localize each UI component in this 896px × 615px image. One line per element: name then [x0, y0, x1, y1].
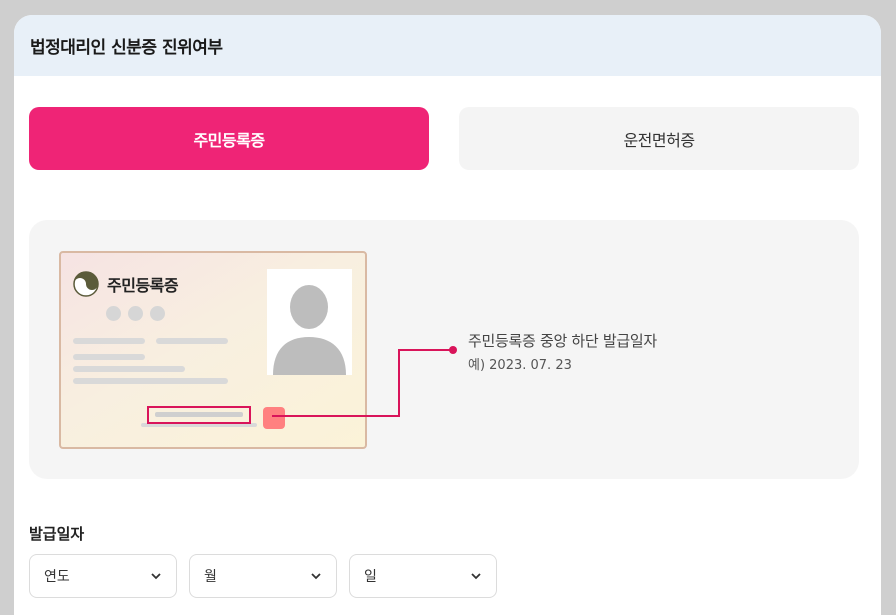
verification-card: 법정대리인 신분증 진위여부 주민등록증 운전면허증 주민등록증 주민등록증 중…: [14, 15, 881, 615]
chevron-down-icon: [151, 573, 161, 580]
callout-example: 예) 2023. 07. 23: [468, 358, 572, 373]
callout-title: 주민등록증 중앙 하단 발급일자: [468, 332, 657, 350]
chevron-down-icon: [471, 573, 481, 580]
year-select[interactable]: 연도: [29, 554, 177, 598]
tab-drivers-license[interactable]: 운전면허증: [459, 107, 859, 170]
id-card-illustration: 주민등록증 주민등록증 중앙 하단 발급일자 예) 2023. 07. 23: [29, 220, 859, 479]
day-select-value: 일: [364, 569, 377, 585]
id-type-tabs: 주민등록증 운전면허증: [29, 107, 859, 170]
issue-date-label: 발급일자: [29, 525, 85, 543]
year-select-value: 연도: [44, 569, 70, 585]
month-select-value: 월: [204, 569, 217, 585]
tab-resident-card[interactable]: 주민등록증: [29, 107, 429, 170]
month-select[interactable]: 월: [189, 554, 337, 598]
day-select[interactable]: 일: [349, 554, 497, 598]
chevron-down-icon: [311, 573, 321, 580]
page-title: 법정대리인 신분증 진위여부: [14, 15, 881, 76]
callout-connector: [272, 346, 457, 417]
